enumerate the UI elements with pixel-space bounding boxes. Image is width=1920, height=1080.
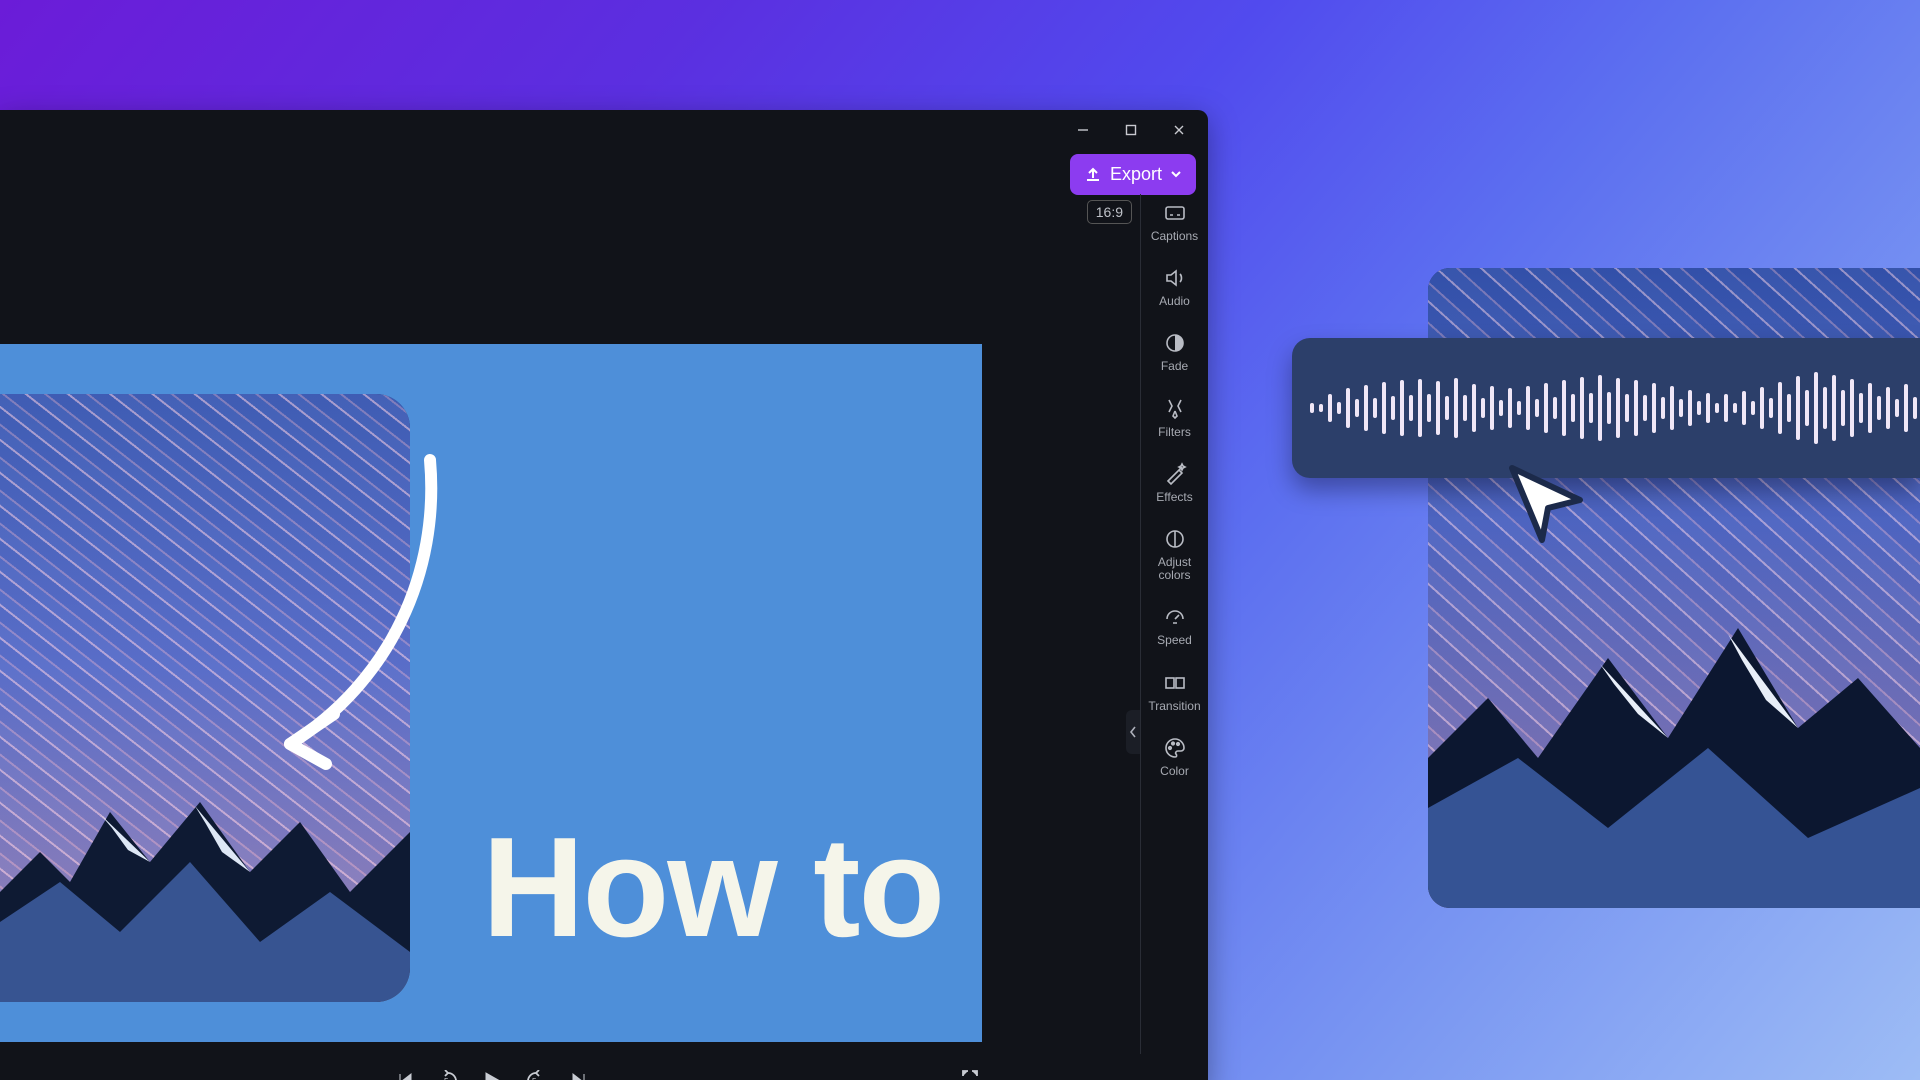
adjust-colors-icon [1162, 526, 1188, 552]
waveform [1310, 338, 1920, 478]
chevron-down-icon [1170, 168, 1182, 180]
export-label: Export [1110, 164, 1162, 185]
promo-mountains [1428, 588, 1920, 908]
mountain-silhouette [0, 742, 410, 1002]
arrow-annotation [270, 452, 530, 772]
skip-end-button[interactable] [569, 1071, 589, 1080]
tool-speed[interactable]: Speed [1141, 604, 1208, 647]
rewind-button[interactable]: 5 [437, 1070, 459, 1080]
window-maximize-button[interactable] [1108, 111, 1154, 149]
play-button[interactable] [481, 1070, 503, 1080]
tool-filters[interactable]: Filters [1141, 396, 1208, 439]
cursor-icon [1502, 460, 1590, 548]
tool-fade[interactable]: Fade [1141, 330, 1208, 373]
video-editor-window: Export 16:9 Captions Audio Fade Filters … [0, 110, 1208, 1080]
fullscreen-button[interactable] [960, 1068, 980, 1080]
captions-icon [1162, 200, 1188, 226]
forward-button[interactable]: 5 [525, 1070, 547, 1080]
color-icon [1162, 735, 1188, 761]
preview-area: How to 5 5 [0, 210, 1140, 1040]
window-close-button[interactable] [1156, 111, 1202, 149]
fade-icon [1162, 330, 1188, 356]
window-minimize-button[interactable] [1060, 111, 1106, 149]
filters-icon [1162, 396, 1188, 422]
skip-start-button[interactable] [395, 1071, 415, 1080]
playback-controls: 5 5 [0, 1056, 984, 1080]
right-tool-panel: Captions Audio Fade Filters Effects Adju… [1140, 194, 1208, 1054]
upload-icon [1084, 165, 1102, 183]
tool-effects[interactable]: Effects [1141, 461, 1208, 504]
top-toolbar: Export [0, 150, 1208, 198]
tool-captions[interactable]: Captions [1141, 200, 1208, 243]
overlay-text: How to [482, 806, 943, 970]
tool-audio[interactable]: Audio [1141, 265, 1208, 308]
audio-waveform-clip[interactable] [1292, 338, 1920, 478]
effects-icon [1162, 461, 1188, 487]
preview-canvas[interactable]: How to [0, 344, 982, 1042]
speed-icon [1162, 604, 1188, 630]
export-button[interactable]: Export [1070, 154, 1196, 195]
transition-icon [1162, 670, 1188, 696]
audio-icon [1162, 265, 1188, 291]
window-titlebar [0, 110, 1208, 150]
tool-color[interactable]: Color [1141, 735, 1208, 778]
tool-transition[interactable]: Transition [1141, 670, 1208, 713]
tool-adjust-colors[interactable]: Adjust colors [1141, 526, 1208, 582]
